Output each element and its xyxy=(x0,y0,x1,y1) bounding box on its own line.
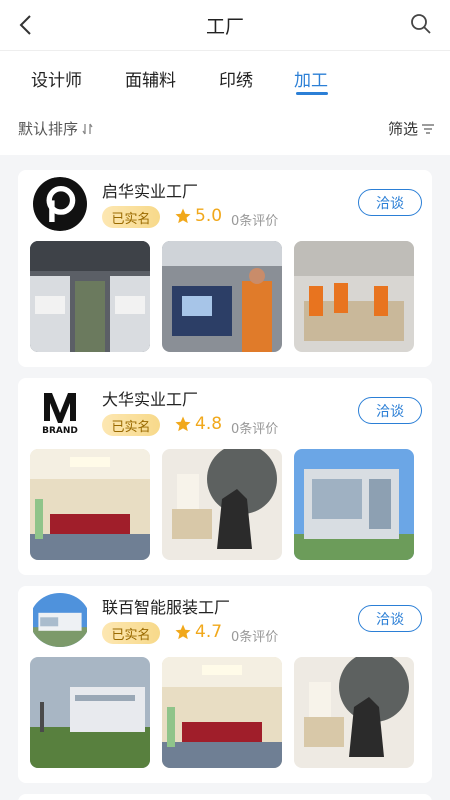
tab-print-embroidery[interactable]: 印绣 xyxy=(219,66,253,91)
meeting-room-image xyxy=(162,657,282,768)
review-count: 0条评价 xyxy=(231,214,279,229)
factory-floor-image xyxy=(30,241,150,352)
star-icon xyxy=(175,208,191,224)
next-card-peek xyxy=(18,794,432,800)
factory-photo[interactable] xyxy=(30,241,150,352)
rating: 5.0 xyxy=(174,206,222,226)
factory-card[interactable]: BRAND 大华实业工厂 已实名 4.8 0条评价 洽谈 xyxy=(18,378,432,575)
search-icon xyxy=(411,14,431,34)
factory-card[interactable]: 启华实业工厂 已实名 5.0 0条评价 洽谈 xyxy=(18,170,432,367)
qipao-display-image xyxy=(294,657,414,768)
filter-lines-icon xyxy=(422,123,434,134)
factory-name: 联百智能服装工厂 xyxy=(102,598,231,617)
sort-arrows-icon xyxy=(82,123,93,134)
factory-photo[interactable] xyxy=(294,657,414,768)
factory-photo[interactable] xyxy=(30,657,150,768)
tab-fabric[interactable]: 面辅料 xyxy=(125,66,176,91)
factory-name: 大华实业工厂 xyxy=(102,390,199,409)
chevron-left-icon xyxy=(19,15,31,35)
factory-name: 启华实业工厂 xyxy=(102,182,199,201)
p-logo-icon xyxy=(33,177,87,231)
factory-logo: BRAND xyxy=(30,385,90,439)
factory-logo xyxy=(30,177,90,231)
tab-processing[interactable]: 加工 xyxy=(294,66,328,91)
tab-designer[interactable]: 设计师 xyxy=(31,66,82,91)
svg-text:BRAND: BRAND xyxy=(42,426,78,436)
active-tab-indicator xyxy=(296,92,328,95)
top-bar: 工厂 xyxy=(0,0,450,50)
office-building-image xyxy=(294,449,414,560)
rating: 4.7 xyxy=(174,622,222,642)
factory-photo[interactable] xyxy=(294,241,414,352)
rating-value: 5.0 xyxy=(195,206,223,226)
factory-photo[interactable] xyxy=(294,449,414,560)
brand-m-logo-icon: BRAND xyxy=(42,393,78,436)
factory-photo[interactable] xyxy=(162,241,282,352)
review-count: 0条评价 xyxy=(231,630,279,645)
page-title: 工厂 xyxy=(205,15,244,38)
default-sort-button[interactable]: 默认排序 xyxy=(18,118,94,139)
factory-exterior-image xyxy=(30,657,150,768)
review-count: 0条评价 xyxy=(231,422,279,437)
star-icon xyxy=(175,624,191,640)
rating-value: 4.7 xyxy=(195,622,223,642)
search-button[interactable] xyxy=(410,13,432,35)
factory-photo[interactable] xyxy=(30,449,150,560)
default-sort-label: 默认排序 xyxy=(18,120,79,138)
rating: 4.8 xyxy=(174,414,222,434)
verified-badge: 已实名 xyxy=(102,206,160,228)
back-button[interactable] xyxy=(18,12,40,38)
chat-button[interactable]: 洽谈 xyxy=(358,605,422,632)
photo-row xyxy=(30,449,414,560)
factory-photo[interactable] xyxy=(162,657,282,768)
sort-filter-bar: 默认排序 筛选 xyxy=(0,100,450,155)
factory-logo xyxy=(30,593,90,647)
star-icon xyxy=(175,416,191,432)
factory-card[interactable]: 联百智能服装工厂 已实名 4.7 0条评价 洽谈 xyxy=(18,586,432,783)
category-tabs: 设计师 面辅料 印绣 加工 xyxy=(0,50,450,100)
rating-value: 4.8 xyxy=(195,414,223,434)
meeting-room-image xyxy=(30,449,150,560)
chat-button[interactable]: 洽谈 xyxy=(358,397,422,424)
workshop-workers-image xyxy=(294,241,414,352)
verified-badge: 已实名 xyxy=(102,414,160,436)
filter-label: 筛选 xyxy=(387,120,418,138)
photo-row xyxy=(30,657,414,768)
qipao-display-image xyxy=(162,449,282,560)
chat-button[interactable]: 洽谈 xyxy=(358,189,422,216)
factory-building-logo-icon xyxy=(33,593,87,647)
verified-badge: 已实名 xyxy=(102,622,160,644)
factory-photo[interactable] xyxy=(162,449,282,560)
photo-row xyxy=(30,241,414,352)
filter-button[interactable]: 筛选 xyxy=(388,118,434,139)
sewing-machine-image xyxy=(162,241,282,352)
